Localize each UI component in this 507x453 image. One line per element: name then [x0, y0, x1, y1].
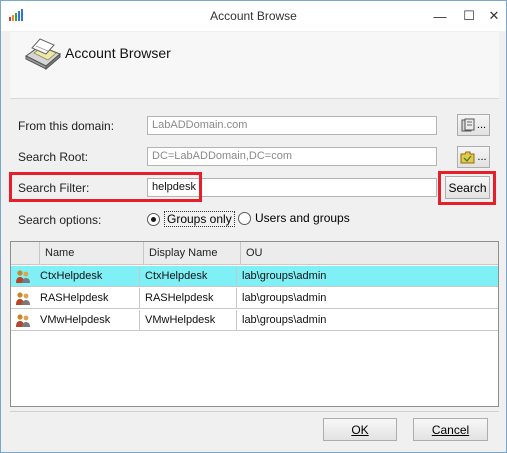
cell-name: VMwHelpdesk [40, 314, 111, 326]
cell-display-name: VMwHelpdesk [139, 310, 236, 331]
folder-icon [460, 151, 475, 163]
radio-selected-icon [147, 212, 160, 226]
cell-display-name: CtxHelpdesk [139, 266, 236, 287]
domain-label: From this domain: [18, 119, 115, 133]
maximize-button[interactable]: ☐ [456, 6, 482, 26]
domain-browse-label: ... [476, 119, 487, 131]
search-button-highlight [438, 171, 496, 205]
group-icon [16, 270, 30, 283]
cell-name: RASHelpdesk [40, 292, 109, 304]
radio-unselected-icon [238, 211, 251, 225]
group-icon [16, 314, 30, 327]
search-options-label: Search options: [18, 213, 102, 227]
ok-button[interactable]: OK [323, 418, 397, 441]
scanner-icon [25, 38, 61, 70]
table-row[interactable]: VMwHelpdesk VMwHelpdesk lab\groups\admin [11, 310, 498, 331]
ok-label: OK [351, 422, 369, 437]
cell-display-name: RASHelpdesk [139, 288, 236, 309]
cancel-label: Cancel [431, 422, 470, 437]
users-and-groups-radio[interactable]: Users and groups [238, 211, 350, 225]
users-and-groups-label: Users and groups [255, 211, 350, 225]
domain-field[interactable]: LabADDomain.com [147, 116, 437, 135]
search-root-browse-label: ... [477, 151, 487, 163]
cell-ou: lab\groups\admin [236, 310, 498, 331]
search-root-label: Search Root: [18, 150, 89, 164]
search-root-field[interactable]: DC=LabADDomain,DC=com [147, 147, 437, 166]
search-root-browse-button[interactable]: ... [457, 146, 490, 168]
search-filter-highlight [9, 172, 202, 202]
header-title: Account Browser [65, 45, 171, 61]
title-bar[interactable]: Account Browse — ☐ ✕ [1, 1, 506, 31]
close-button[interactable]: ✕ [481, 6, 507, 26]
cell-name: CtxHelpdesk [40, 270, 103, 282]
group-icon [16, 292, 30, 305]
column-header-display-name[interactable]: Display Name [143, 242, 240, 265]
account-browse-window: Account Browse — ☐ ✕ Account Browser Fro… [0, 0, 507, 453]
header-panel: Account Browser [10, 32, 499, 99]
table-row[interactable]: CtxHelpdesk CtxHelpdesk lab\groups\admin [11, 266, 498, 287]
results-grid[interactable]: Name Display Name OU CtxHelpdesk CtxHelpd… [10, 241, 499, 407]
grid-header: Name Display Name OU [11, 242, 498, 265]
cell-ou: lab\groups\admin [236, 266, 498, 287]
groups-only-radio[interactable]: Groups only [147, 211, 235, 227]
minimize-button[interactable]: — [427, 6, 453, 26]
footer-separator [10, 411, 499, 412]
column-header-ou[interactable]: OU [240, 242, 498, 265]
column-header-name[interactable]: Name [39, 242, 143, 265]
server-icon [461, 118, 475, 132]
cancel-button[interactable]: Cancel [413, 418, 488, 441]
table-row[interactable]: RASHelpdesk RASHelpdesk lab\groups\admin [11, 288, 498, 309]
cell-ou: lab\groups\admin [236, 288, 498, 309]
domain-browse-button[interactable]: ... [457, 114, 490, 136]
groups-only-label: Groups only [164, 211, 235, 227]
